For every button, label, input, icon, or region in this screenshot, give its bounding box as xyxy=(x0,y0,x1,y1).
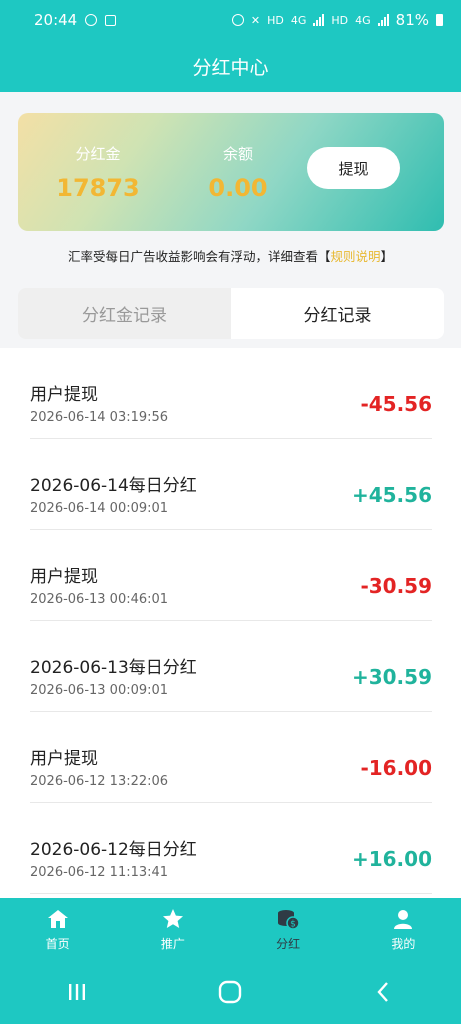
mute-icon: ✕ xyxy=(250,13,261,27)
coins-icon: $ xyxy=(278,909,300,930)
clock: 20:44 xyxy=(34,11,78,29)
balance-value: 0.00 xyxy=(208,174,268,202)
record-title: 2026-06-14每日分红 xyxy=(30,476,197,496)
list-item[interactable]: 用户提现 2026-06-14 03:19:56 -45.56 xyxy=(30,348,432,439)
record-date: 2026-06-13 00:46:01 xyxy=(30,592,169,607)
list-item[interactable]: 用户提现 2026-06-12 13:22:06 -16.00 xyxy=(30,712,432,803)
record-amount: +45.56 xyxy=(351,483,432,507)
record-tabs: 分红金记录 分红记录 xyxy=(18,288,444,339)
balance-card: 分红金 17873 余额 0.00 提现 xyxy=(18,113,444,231)
star-icon xyxy=(162,908,183,928)
record-date: 2026-06-14 03:19:56 xyxy=(30,410,169,425)
record-list: 用户提现 2026-06-14 03:19:56 -45.56 2026-06-… xyxy=(0,348,461,898)
nav-promotion-label: 推广 xyxy=(160,936,185,951)
svg-text:$: $ xyxy=(290,919,296,929)
balance-label: 余额 xyxy=(222,145,253,163)
nav-profile[interactable]: 我的 xyxy=(346,898,461,960)
network-label-4g-1: 4G xyxy=(290,13,307,27)
nav-dividend[interactable]: $ 分红 xyxy=(231,898,346,960)
record-title: 2026-06-12每日分红 xyxy=(30,840,197,860)
nav-home[interactable]: 首页 xyxy=(0,898,115,960)
home-square-icon xyxy=(219,980,242,1004)
recent-apps-button[interactable] xyxy=(57,972,97,1012)
dividend-block: 分红金 17873 xyxy=(38,143,158,202)
record-date: 2026-06-13 00:09:01 xyxy=(30,683,169,698)
record-title: 用户提现 xyxy=(30,749,98,769)
nav-promotion[interactable]: 推广 xyxy=(115,898,230,960)
signal-icon-2 xyxy=(377,14,389,26)
network-label-4g-2: 4G xyxy=(355,13,371,27)
battery-icon xyxy=(436,14,443,26)
list-item[interactable]: 用户提现 2026-06-13 00:46:01 -30.59 xyxy=(30,530,432,621)
tab-dividend-fund-records[interactable]: 分红金记录 xyxy=(18,288,231,339)
list-item[interactable]: 2026-06-14每日分红 2026-06-14 00:09:01 +45.5… xyxy=(30,439,432,530)
exchange-rate-notice: 汇率受每日广告收益影响会有浮动，详细查看【规则说明】 xyxy=(0,246,461,265)
record-title: 用户提现 xyxy=(30,567,98,587)
page-title: 分红中心 xyxy=(192,56,269,79)
record-amount: -45.56 xyxy=(360,392,432,416)
notice-text: 汇率受每日广告收益影响会有浮动，详细查看【 xyxy=(67,249,331,264)
withdraw-button[interactable]: 提现 xyxy=(307,147,400,189)
list-item[interactable]: 2026-06-13每日分红 2026-06-13 00:09:01 +30.5… xyxy=(30,621,432,712)
record-date: 2026-06-14 00:09:01 xyxy=(30,501,169,516)
blocked-icon xyxy=(85,14,98,26)
nav-home-label: 首页 xyxy=(45,936,70,951)
record-title: 2026-06-13每日分红 xyxy=(30,658,197,678)
network-label-hd-2: HD xyxy=(331,13,349,27)
record-date: 2026-06-12 11:13:41 xyxy=(30,865,169,880)
nav-profile-label: 我的 xyxy=(391,936,416,951)
home-button[interactable] xyxy=(210,972,250,1012)
tab-dividend-records[interactable]: 分红记录 xyxy=(231,288,444,339)
dividend-value: 17873 xyxy=(56,174,140,202)
signal-icon-1 xyxy=(313,14,325,26)
network-label-hd-1: HD xyxy=(267,13,284,27)
back-icon xyxy=(377,982,389,1002)
list-item[interactable]: 2026-06-12每日分红 2026-06-12 11:13:41 +16.0… xyxy=(30,803,432,894)
user-icon xyxy=(394,909,413,929)
home-icon xyxy=(47,909,68,928)
record-date: 2026-06-12 13:22:06 xyxy=(30,774,169,789)
record-amount: -30.59 xyxy=(360,574,432,598)
dividend-label: 分红金 xyxy=(75,145,121,163)
record-amount: +30.59 xyxy=(351,665,432,689)
record-amount: -16.00 xyxy=(360,756,432,780)
alarm-icon xyxy=(231,14,244,26)
page-header: 分红中心 xyxy=(0,40,461,92)
record-amount: +16.00 xyxy=(351,847,432,871)
app-notification-icon xyxy=(105,14,117,26)
system-navigation-bar xyxy=(0,960,461,1024)
record-title: 用户提现 xyxy=(30,385,98,405)
back-button[interactable] xyxy=(364,972,404,1012)
rules-link[interactable]: 规则说明 xyxy=(330,249,380,264)
bottom-navigation: 首页 推广 $ 分红 我的 xyxy=(0,898,461,960)
recent-apps-icon xyxy=(68,984,85,1000)
nav-dividend-label: 分红 xyxy=(276,936,301,951)
balance-block: 余额 0.00 xyxy=(178,143,298,202)
battery-level: 81% xyxy=(395,11,429,29)
status-bar: 20:44 ✕ HD 4G HD 4G 81% xyxy=(0,0,461,40)
notice-text-end: 】 xyxy=(380,249,394,264)
